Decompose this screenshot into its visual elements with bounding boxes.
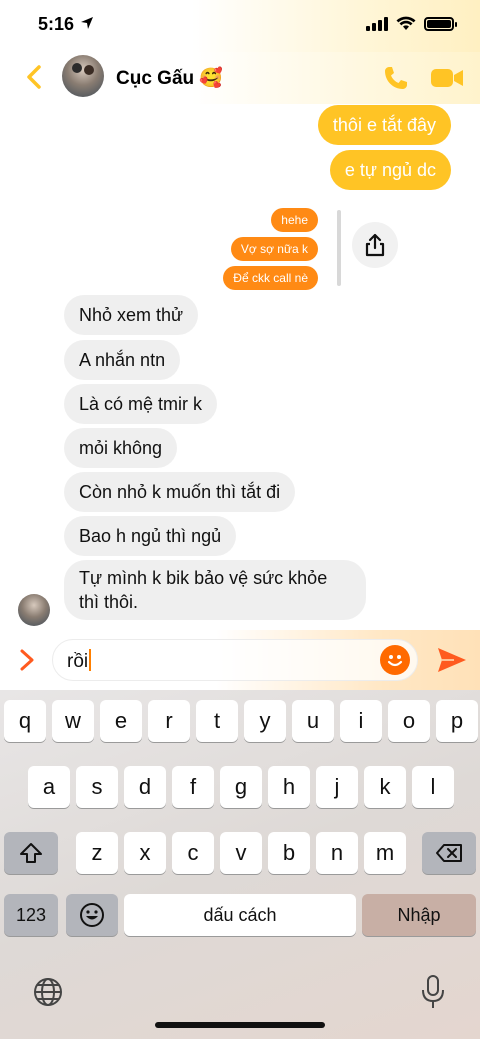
expand-chevron-icon[interactable] — [16, 648, 38, 672]
key-o[interactable]: o — [388, 700, 430, 742]
outgoing-message[interactable]: e tự ngủ dc — [329, 150, 451, 190]
signal-icon — [366, 16, 388, 31]
key-k[interactable]: k — [364, 766, 406, 808]
emoji-keyboard-icon — [80, 903, 104, 927]
incoming-message[interactable]: Bao h ngủ thì ngủ — [64, 516, 237, 556]
key-i[interactable]: i — [340, 700, 382, 742]
key-a[interactable]: a — [28, 766, 70, 808]
numbers-key[interactable]: 123 — [4, 894, 58, 936]
return-key[interactable]: Nhập — [362, 894, 476, 936]
key-b[interactable]: b — [268, 832, 310, 874]
key-d[interactable]: d — [124, 766, 166, 808]
incoming-message[interactable]: mỏi không — [64, 428, 178, 468]
home-indicator[interactable] — [155, 1022, 325, 1028]
status-bar: 5:16 — [0, 0, 480, 52]
status-time: 5:16 — [38, 14, 75, 34]
text-caret — [89, 649, 92, 671]
shift-key[interactable] — [4, 832, 58, 874]
key-m[interactable]: m — [364, 832, 406, 874]
contact-name[interactable]: Cục Gấu 🥰 — [116, 66, 223, 90]
message-input[interactable]: rồi — [52, 639, 418, 681]
key-c[interactable]: c — [172, 832, 214, 874]
backspace-key[interactable] — [422, 832, 476, 874]
key-u[interactable]: u — [292, 700, 334, 742]
forwarded-message[interactable]: Để ckk call nè — [223, 266, 318, 290]
key-j[interactable]: j — [316, 766, 358, 808]
incoming-message-line: Tự mình k bik bảo vệ sức khỏe — [79, 568, 328, 588]
status-indicators — [366, 16, 457, 31]
incoming-message-line: thì thôi. — [79, 592, 139, 612]
key-s[interactable]: s — [76, 766, 118, 808]
shift-icon — [20, 843, 42, 863]
key-y[interactable]: y — [244, 700, 286, 742]
incoming-message-multiline[interactable]: Tự mình k bik bảo vệ sức khỏe thì thôi. — [64, 560, 366, 620]
forwarded-message[interactable]: Vợ sợ nữa k — [230, 237, 318, 261]
globe-icon[interactable] — [32, 976, 64, 1008]
sender-avatar[interactable] — [18, 594, 50, 626]
key-q[interactable]: q — [4, 700, 46, 742]
contact-avatar[interactable] — [62, 55, 104, 97]
emoji-keyboard-key[interactable] — [66, 894, 118, 936]
incoming-message[interactable]: Còn nhỏ k muốn thì tắt đi — [64, 472, 296, 512]
location-arrow-icon — [81, 17, 93, 29]
send-icon[interactable] — [436, 645, 468, 675]
battery-icon — [424, 16, 457, 31]
share-button[interactable] — [352, 222, 398, 268]
message-composer: rồi — [0, 630, 480, 690]
back-chevron-icon[interactable] — [20, 62, 50, 92]
incoming-message[interactable]: Là có mệ tmir k — [64, 384, 218, 424]
emoji-icon — [387, 655, 403, 667]
phone-icon[interactable] — [382, 64, 410, 92]
space-key[interactable]: dấu cách — [124, 894, 356, 936]
key-e[interactable]: e — [100, 700, 142, 742]
key-g[interactable]: g — [220, 766, 262, 808]
key-x[interactable]: x — [124, 832, 166, 874]
key-h[interactable]: h — [268, 766, 310, 808]
wifi-icon — [396, 16, 416, 30]
forward-indicator-bar — [337, 210, 341, 286]
share-icon — [365, 233, 385, 257]
message-input-text[interactable]: rồi — [67, 649, 92, 673]
key-v[interactable]: v — [220, 832, 262, 874]
emoji-button[interactable] — [380, 645, 410, 675]
key-w[interactable]: w — [52, 700, 94, 742]
forwarded-message[interactable]: hehe — [271, 208, 318, 232]
chat-header: Cục Gấu 🥰 — [0, 52, 480, 104]
key-p[interactable]: p — [436, 700, 478, 742]
key-l[interactable]: l — [412, 766, 454, 808]
incoming-message[interactable]: A nhắn ntn — [64, 340, 181, 380]
incoming-message[interactable]: Nhỏ xem thử — [64, 295, 199, 335]
key-n[interactable]: n — [316, 832, 358, 874]
video-icon[interactable] — [430, 66, 464, 90]
outgoing-message[interactable]: thôi e tắt đây — [317, 105, 451, 145]
key-t[interactable]: t — [196, 700, 238, 742]
key-f[interactable]: f — [172, 766, 214, 808]
microphone-icon[interactable] — [420, 974, 446, 1010]
key-z[interactable]: z — [76, 832, 118, 874]
keyboard: q w e r t y u i o p a s d f g h j k l z … — [0, 690, 480, 1039]
key-r[interactable]: r — [148, 700, 190, 742]
backspace-icon — [436, 844, 462, 862]
message-input-value: rồi — [67, 651, 89, 672]
